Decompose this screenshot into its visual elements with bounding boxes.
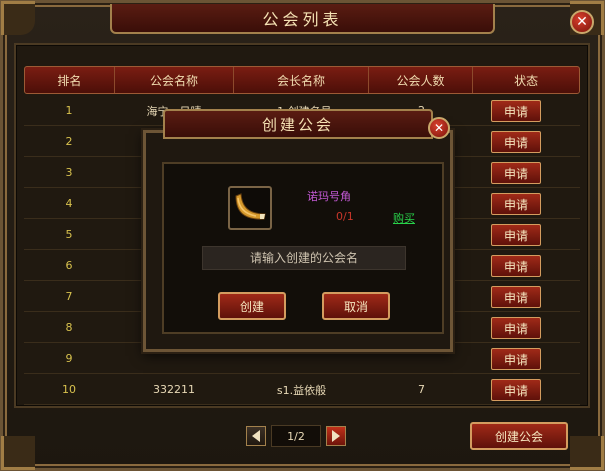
item-slot[interactable] bbox=[228, 186, 272, 230]
apply-button[interactable]: 申请 bbox=[491, 255, 541, 277]
apply-button[interactable]: 申请 bbox=[491, 193, 541, 215]
row-member-count: 7 bbox=[418, 383, 425, 396]
row-rank: 5 bbox=[65, 228, 73, 241]
buy-link[interactable]: 购买 bbox=[393, 210, 415, 226]
header-guild-name: 公会名称 bbox=[115, 67, 235, 93]
window-title: 公会列表 bbox=[262, 10, 343, 29]
close-window-button[interactable]: ✕ bbox=[570, 10, 594, 34]
row-rank: 2 bbox=[65, 135, 73, 148]
required-item-count: 0/1 bbox=[336, 210, 354, 223]
apply-button[interactable]: 申请 bbox=[491, 348, 541, 370]
frame-corner-top-left bbox=[1, 1, 35, 35]
window-titlebar: 公会列表 bbox=[110, 4, 495, 34]
page-indicator: 1/2 bbox=[271, 425, 321, 447]
apply-button[interactable]: 申请 bbox=[491, 379, 541, 401]
row-rank: 8 bbox=[65, 321, 73, 334]
row-rank: 9 bbox=[65, 352, 73, 365]
row-rank: 10 bbox=[62, 383, 76, 396]
header-status: 状态 bbox=[514, 73, 539, 88]
apply-button[interactable]: 申请 bbox=[491, 286, 541, 308]
header-leader-name: 会长名称 bbox=[234, 67, 369, 93]
close-icon: ✕ bbox=[433, 121, 445, 135]
row-rank: 4 bbox=[65, 197, 73, 210]
prev-page-button[interactable] bbox=[246, 426, 266, 446]
row-rank: 7 bbox=[65, 290, 73, 303]
table-row: 10 332211 s1.益依般 7 申请 bbox=[24, 375, 580, 405]
next-page-button[interactable] bbox=[326, 426, 346, 446]
apply-button[interactable]: 申请 bbox=[491, 162, 541, 184]
apply-button[interactable]: 申请 bbox=[491, 224, 541, 246]
apply-button[interactable]: 申请 bbox=[491, 317, 541, 339]
table-header: 排名 公会名称 会长名称 公会人数 状态 bbox=[24, 66, 580, 94]
horn-icon bbox=[235, 193, 266, 220]
header-member-count: 公会人数 bbox=[369, 67, 474, 93]
close-icon: ✕ bbox=[576, 14, 588, 30]
row-leader-name: s1.益依般 bbox=[276, 383, 327, 397]
arrow-right-icon bbox=[332, 430, 340, 442]
create-guild-button[interactable]: 创建公会 bbox=[470, 422, 568, 450]
apply-button[interactable]: 申请 bbox=[491, 100, 541, 122]
cancel-button[interactable]: 取消 bbox=[322, 292, 390, 320]
header-rank: 排名 bbox=[25, 67, 115, 93]
arrow-left-icon bbox=[252, 430, 260, 442]
row-rank: 6 bbox=[65, 259, 73, 272]
dialog-title: 创建公会 bbox=[261, 115, 334, 134]
frame-corner-bottom-left bbox=[1, 436, 35, 470]
required-item-name: 诺玛号角 bbox=[307, 190, 351, 203]
guild-name-input[interactable] bbox=[202, 246, 406, 270]
apply-button[interactable]: 申请 bbox=[491, 131, 541, 153]
confirm-create-button[interactable]: 创建 bbox=[218, 292, 286, 320]
dialog-titlebar: 创建公会 bbox=[163, 109, 433, 139]
close-dialog-button[interactable]: ✕ bbox=[428, 117, 450, 139]
row-rank: 1 bbox=[65, 104, 73, 117]
frame-corner-bottom-right bbox=[570, 436, 604, 470]
row-guild-name: 332211 bbox=[153, 383, 195, 396]
row-rank: 3 bbox=[65, 166, 73, 179]
